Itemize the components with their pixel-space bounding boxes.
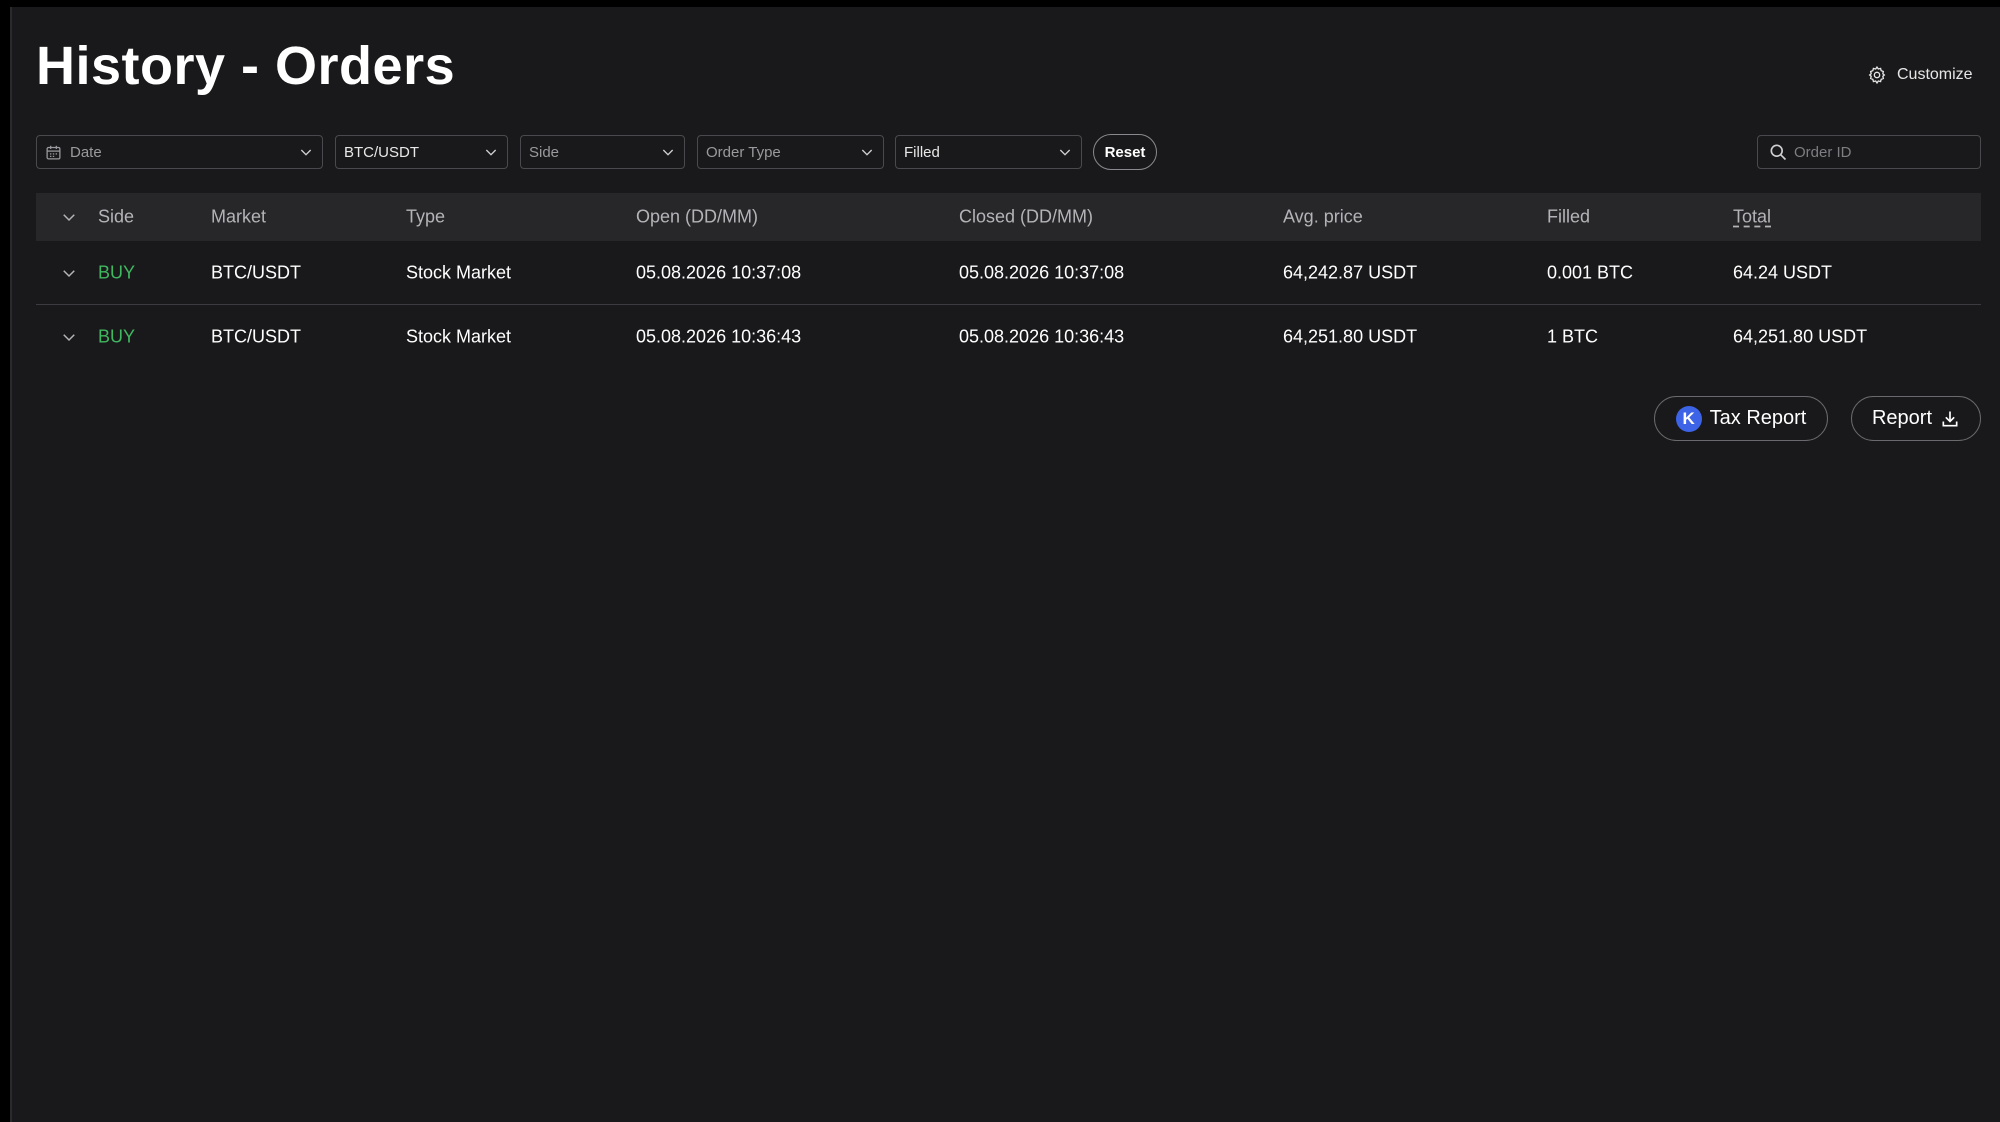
row-side: BUY: [98, 326, 136, 346]
row-type: Stock Market: [406, 262, 512, 282]
report-download-button[interactable]: Report: [1851, 396, 1981, 441]
row-total: 64,251.80 USDT: [1733, 326, 1868, 346]
tax-provider-logo: K: [1675, 405, 1702, 432]
column-header-filled: Filled: [1547, 206, 1591, 227]
date-filter-label: Date: [70, 143, 102, 161]
column-header-side: Side: [98, 206, 135, 227]
table-row[interactable]: BUY BTC/USDT Stock Market 05.08.2026 10:…: [36, 305, 1981, 368]
table-row[interactable]: BUY BTC/USDT Stock Market 05.08.2026 10:…: [36, 241, 1981, 305]
date-filter[interactable]: Date: [36, 135, 323, 169]
row-total: 64.24 USDT: [1733, 262, 1833, 282]
customize-button[interactable]: Customize: [1867, 65, 1973, 85]
report-label: Report: [1871, 407, 1933, 429]
download-icon: [1942, 411, 1958, 426]
gear-icon: [1868, 65, 1886, 85]
app-window: History - Orders Customize Date BTC/USDT…: [10, 7, 2000, 1122]
row-filled: 1 BTC: [1547, 326, 1599, 346]
expand-row-icon[interactable]: [60, 328, 78, 346]
side-filter-label: Side: [529, 143, 560, 161]
page-title: History - Orders: [36, 36, 456, 96]
chevron-down-icon: [300, 149, 312, 156]
column-header-market: Market: [211, 206, 267, 227]
chevron-down-icon: [861, 149, 873, 156]
tax-report-button[interactable]: K Tax Report: [1654, 396, 1828, 441]
row-avg-price: 64,242.87 USDT: [1283, 262, 1418, 282]
column-header-closed: Closed (DD/MM): [959, 206, 1094, 227]
row-open-time: 05.08.2026 10:37:08: [636, 262, 802, 282]
status-filter-label: Filled: [904, 143, 940, 161]
order-id-input[interactable]: [1794, 143, 1964, 161]
tax-report-label: Tax Report: [1709, 407, 1807, 429]
chevron-down-icon: [1059, 149, 1071, 156]
search-icon: [1770, 144, 1787, 161]
row-market: BTC/USDT: [211, 326, 301, 346]
calendar-icon: [46, 145, 61, 160]
row-type: Stock Market: [406, 326, 512, 346]
row-avg-price: 64,251.80 USDT: [1283, 326, 1418, 346]
order-id-search: [1757, 135, 1981, 169]
expand-all-icon[interactable]: [60, 208, 78, 226]
row-closed-time: 05.08.2026 10:36:43: [959, 326, 1125, 346]
column-header-total[interactable]: Total: [1733, 207, 1771, 228]
chevron-down-icon: [485, 149, 497, 156]
expand-row-icon[interactable]: [60, 264, 78, 282]
customize-label: Customize: [1897, 66, 1973, 83]
chevron-down-icon: [662, 149, 674, 156]
column-header-avg-price: Avg. price: [1283, 206, 1363, 227]
market-filter-label: BTC/USDT: [344, 143, 419, 161]
table-header: Side Market Type Open (DD/MM) Closed (DD…: [36, 193, 1981, 241]
order-type-filter[interactable]: Order Type: [697, 135, 884, 169]
column-header-open: Open (DD/MM): [636, 206, 759, 227]
market-filter[interactable]: BTC/USDT: [335, 135, 508, 169]
row-filled: 0.001 BTC: [1547, 262, 1634, 282]
status-filter[interactable]: Filled: [895, 135, 1082, 169]
row-side: BUY: [98, 262, 136, 282]
side-filter[interactable]: Side: [520, 135, 685, 169]
row-open-time: 05.08.2026 10:36:43: [636, 326, 802, 346]
orders-table: Side Market Type Open (DD/MM) Closed (DD…: [36, 193, 1981, 368]
column-header-type: Type: [406, 206, 446, 227]
order-type-filter-label: Order Type: [706, 143, 781, 161]
reset-button[interactable]: Reset: [1093, 134, 1157, 170]
row-market: BTC/USDT: [211, 262, 301, 282]
row-closed-time: 05.08.2026 10:37:08: [959, 262, 1125, 282]
